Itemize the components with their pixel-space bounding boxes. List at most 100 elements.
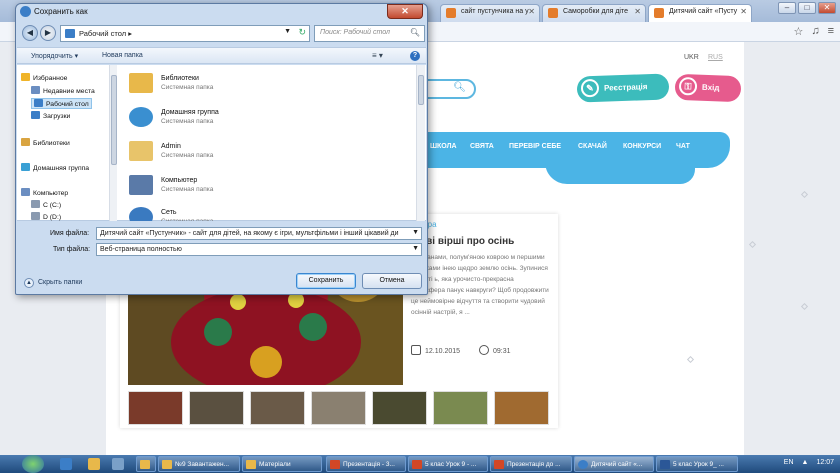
bookmark-star-icon[interactable]: ☆ bbox=[793, 25, 803, 38]
nav-item-libraries[interactable]: Библиотеки bbox=[21, 138, 70, 147]
organize-button[interactable]: Упорядочить ▾ bbox=[31, 52, 78, 60]
filetype-select[interactable]: Веб-страница полностью ▼ bbox=[96, 243, 422, 256]
dialog-search-input[interactable]: Поиск: Рабочий стол 🔍︎ bbox=[314, 25, 425, 42]
taskbar-item[interactable]: 5 клас Урок 9 - ... bbox=[408, 456, 488, 472]
thumbnail-image[interactable] bbox=[311, 391, 366, 425]
nav-item-chat[interactable]: ЧАТ bbox=[676, 143, 690, 150]
taskbar-item[interactable]: Матеріали bbox=[242, 456, 322, 472]
tab-favicon-icon bbox=[548, 8, 558, 18]
nav-item-test-yourself[interactable]: ПЕРЕВІР СЕБЕ bbox=[509, 143, 561, 150]
browser-logo-icon bbox=[20, 6, 31, 17]
nav-item-download[interactable]: СКАЧАЙ bbox=[578, 143, 607, 150]
computer-icon bbox=[21, 188, 30, 196]
tab-close-icon[interactable]: ✕ bbox=[634, 7, 641, 16]
homegroup-icon bbox=[21, 163, 30, 171]
lang-ukr-link[interactable]: UKR bbox=[684, 54, 699, 61]
view-options-icon[interactable]: ≡ ▾ bbox=[372, 51, 383, 60]
hide-folders-button[interactable]: ▲ Скрыть папки bbox=[24, 278, 82, 288]
start-button[interactable] bbox=[22, 455, 44, 473]
scrollbar-thumb[interactable] bbox=[111, 75, 117, 165]
chevron-down-icon[interactable]: ▼ bbox=[412, 245, 419, 252]
lock-icon: ⚿ bbox=[678, 76, 698, 96]
main-nav-band-tail bbox=[545, 162, 695, 184]
new-folder-button[interactable]: Новая папка bbox=[102, 52, 143, 59]
nav-item-homegroup[interactable]: Домашняя группа bbox=[21, 163, 89, 172]
taskbar-item[interactable]: Презентація до ... bbox=[490, 456, 572, 472]
article-title[interactable]: ові вірші про осінь bbox=[420, 236, 514, 247]
taskbar-item[interactable]: №9 Завантажен... bbox=[158, 456, 240, 472]
folder-icon bbox=[65, 29, 75, 38]
chevron-down-icon[interactable]: ▼ bbox=[412, 229, 419, 236]
address-bar[interactable]: Рабочий стол ▸ ▼ ↻ bbox=[60, 25, 310, 42]
nav-item-recent-places[interactable]: Недавние места bbox=[31, 86, 95, 95]
file-pane-scrollbar[interactable] bbox=[416, 65, 425, 221]
explorer-quicklaunch-icon[interactable] bbox=[88, 458, 100, 470]
register-button[interactable]: ✎ Реєстрація bbox=[576, 73, 670, 103]
nav-item-computer[interactable]: Компьютер bbox=[21, 188, 68, 197]
nav-pane-scrollbar[interactable] bbox=[109, 65, 117, 221]
search-icon[interactable]: 🔍︎ bbox=[410, 28, 420, 37]
folder-icon bbox=[140, 460, 150, 469]
chevron-down-icon[interactable]: ▼ bbox=[284, 28, 291, 35]
thumbnail-image[interactable] bbox=[250, 391, 305, 425]
taskbar-item[interactable]: 5 клас Урок 9_ ... bbox=[656, 456, 738, 472]
browser-tab[interactable]: сайт пустунчика на у ✕ bbox=[440, 4, 540, 22]
thumbnail-image[interactable] bbox=[494, 391, 549, 425]
dialog-close-button[interactable]: ✕ bbox=[387, 4, 423, 19]
nav-item-favorites[interactable]: Избранное bbox=[21, 73, 67, 82]
refresh-icon[interactable]: ↻ bbox=[298, 27, 306, 38]
thumbnail-image[interactable] bbox=[189, 391, 244, 425]
nav-item-desktop[interactable]: Рабочий стол bbox=[31, 98, 92, 109]
browser-quicklaunch-icon[interactable] bbox=[60, 458, 72, 470]
login-button[interactable]: ⚿ Вхід bbox=[674, 73, 742, 103]
filename-input[interactable]: Дитячий сайт «Пустунчик» - сайт для діте… bbox=[96, 227, 422, 240]
tab-label: Дитячий сайт «Пусту bbox=[669, 8, 738, 15]
tab-close-icon[interactable]: ✕ bbox=[740, 7, 747, 16]
downloads-icon bbox=[31, 111, 40, 119]
navigation-pane: Избранное Недавние места Рабочий стол За… bbox=[17, 65, 117, 221]
filetype-label: Тип файла: bbox=[53, 246, 91, 253]
thumbnail-image[interactable] bbox=[128, 391, 183, 425]
clock-icon bbox=[479, 345, 489, 355]
help-icon[interactable]: ? bbox=[410, 51, 420, 61]
nav-item-contests[interactable]: КОНКУРСИ bbox=[623, 143, 661, 150]
tab-close-icon[interactable]: ✕ bbox=[528, 7, 535, 16]
tab-favicon-icon bbox=[654, 8, 664, 18]
browser-tab-active[interactable]: Дитячий сайт «Пусту ✕ bbox=[648, 4, 752, 23]
nav-item-holidays[interactable]: СВЯТА bbox=[470, 143, 494, 150]
input-language[interactable]: EN bbox=[784, 459, 794, 466]
cancel-button[interactable]: Отмена bbox=[362, 273, 422, 289]
close-window-button[interactable]: ✕ bbox=[818, 2, 836, 14]
nav-item-drive-c[interactable]: C (C:) bbox=[31, 200, 61, 209]
save-button[interactable]: Сохранить bbox=[296, 273, 356, 289]
clock[interactable]: 12:07 bbox=[816, 459, 834, 466]
dialog-nav-row: ◀ ▶ Рабочий стол ▸ ▼ ↻ Поиск: Рабочий ст… bbox=[20, 24, 425, 44]
desktop-icon bbox=[34, 99, 43, 107]
folder-icon bbox=[162, 460, 172, 469]
scrollbar-thumb[interactable] bbox=[418, 75, 424, 105]
thumbnail-image[interactable] bbox=[433, 391, 488, 425]
homegroup-icon bbox=[129, 107, 153, 127]
lang-rus-link[interactable]: RUS bbox=[708, 54, 723, 61]
search-icon[interactable]: 🔍︎ bbox=[453, 82, 466, 93]
dialog-panes: Избранное Недавние места Рабочий стол За… bbox=[17, 65, 426, 221]
nav-item-downloads[interactable]: Загрузки bbox=[31, 111, 70, 120]
taskbar-item[interactable]: Презентація - 3... bbox=[326, 456, 406, 472]
minimize-button[interactable]: – bbox=[778, 2, 796, 14]
forward-arrow-icon[interactable]: ▶ bbox=[40, 25, 56, 41]
media-quicklaunch-icon[interactable] bbox=[112, 458, 124, 470]
calendar-icon bbox=[411, 345, 421, 355]
article-excerpt: и туманами, полум'яною коврою м першими … bbox=[411, 254, 549, 316]
taskbar-item[interactable] bbox=[136, 456, 156, 472]
maximize-button[interactable]: □ bbox=[798, 2, 816, 14]
nav-item-drive-d[interactable]: D (D:) bbox=[31, 212, 61, 221]
thumbnail-image[interactable] bbox=[372, 391, 427, 425]
article-thumbnails bbox=[128, 391, 549, 425]
tray-arrow-icon[interactable]: ▲ bbox=[802, 459, 809, 466]
menu-icon[interactable]: ≡ bbox=[828, 25, 834, 38]
audio-icon[interactable]: ♫ bbox=[811, 25, 819, 38]
taskbar-item-active[interactable]: Дитячий сайт «... bbox=[574, 456, 654, 472]
back-arrow-icon[interactable]: ◀ bbox=[22, 25, 38, 41]
browser-tab[interactable]: Саморобки для діте ✕ bbox=[542, 4, 646, 22]
nav-item-school[interactable]: ШКОЛА bbox=[430, 143, 457, 150]
